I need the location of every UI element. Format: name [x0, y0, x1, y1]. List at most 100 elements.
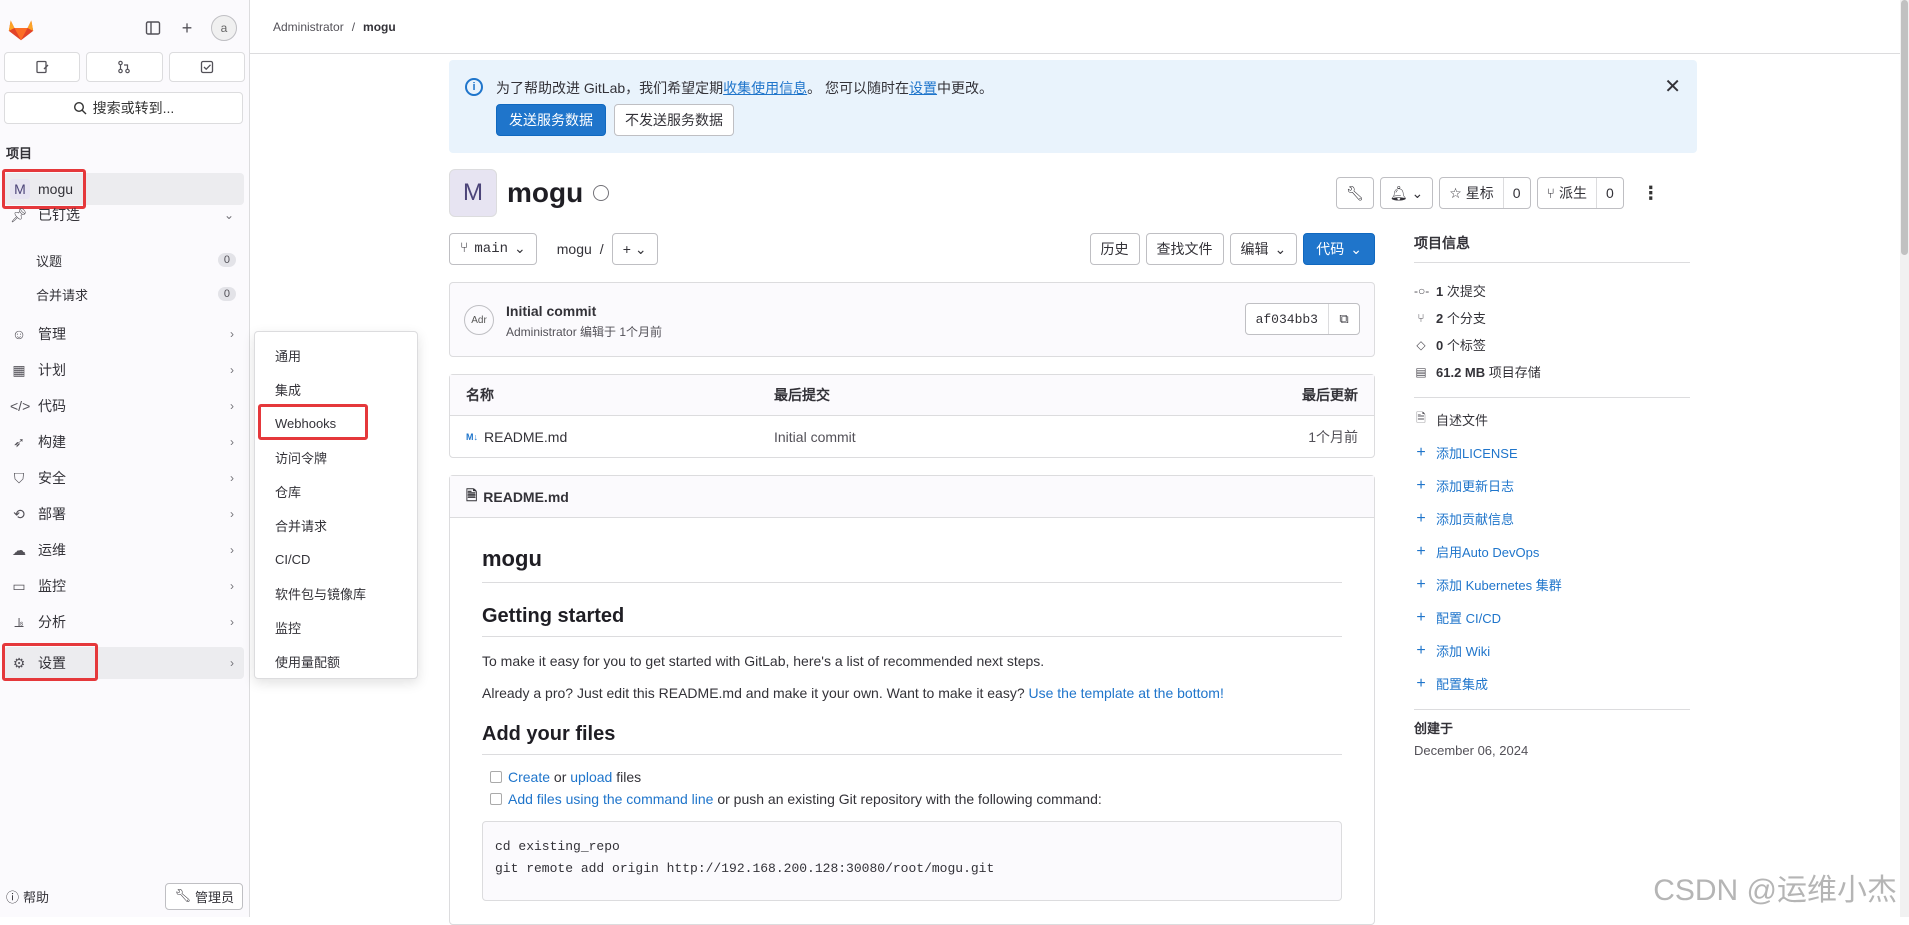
chevron-right-icon: ›: [230, 543, 234, 557]
sidebar-item-secure[interactable]: ⛉ 安全 ›: [4, 462, 244, 494]
stat-value: 61.2 MB: [1436, 365, 1485, 380]
chevron-right-icon: ›: [230, 435, 234, 449]
checkbox[interactable]: [490, 771, 502, 783]
link-label: 添加更新日志: [1436, 476, 1514, 495]
sidebar-item-monitor[interactable]: ▭ 监控 ›: [4, 570, 244, 602]
commits-stat[interactable]: -○- 1 次提交: [1414, 277, 1690, 304]
readme-checklist-item: Create or upload files: [490, 769, 1342, 785]
sidebar-subitem-merge-requests[interactable]: 合并请求 0: [36, 280, 236, 308]
branch-selector[interactable]: ⑂ main ⌄: [449, 233, 537, 265]
gitlab-logo[interactable]: [6, 13, 36, 43]
flyout-item-merge-requests[interactable]: 合并请求: [255, 508, 417, 542]
branch-icon: ⑂: [1414, 311, 1428, 325]
enable-auto-devops-link[interactable]: +启用Auto DevOps: [1414, 538, 1690, 565]
find-file-button[interactable]: 查找文件: [1146, 233, 1224, 265]
chevron-right-icon: ›: [230, 656, 234, 670]
upload-link[interactable]: upload: [570, 769, 612, 785]
chevron-right-icon: ›: [230, 399, 234, 413]
calendar-icon: ▦: [10, 362, 28, 379]
add-license-link[interactable]: +添加LICENSE: [1414, 439, 1690, 466]
storage-stat[interactable]: ▤ 61.2 MB 项目存储: [1414, 358, 1690, 385]
todos-shortcut-button[interactable]: [169, 52, 245, 82]
plus-icon: +: [1414, 576, 1428, 594]
create-link[interactable]: Create: [508, 769, 550, 785]
checkbox[interactable]: [490, 793, 502, 805]
flyout-item-access-tokens[interactable]: 访问令牌: [255, 440, 417, 474]
readme-link[interactable]: 🗎︎ 自述文件: [1414, 406, 1690, 433]
sidebar-item-manage[interactable]: ☺ 管理 ›: [4, 318, 244, 350]
flyout-item-packages-registries[interactable]: 软件包与镜像库: [255, 576, 417, 610]
commit-title[interactable]: Initial commit: [506, 303, 596, 319]
settings-wrench-button[interactable]: 🔧︎: [1336, 177, 1374, 209]
settings-flyout-menu: 通用 集成 Webhooks 访问令牌 仓库 合并请求 CI/CD 软件包与镜像…: [254, 331, 418, 679]
add-contributing-link[interactable]: +添加贡献信息: [1414, 505, 1690, 532]
code-button[interactable]: 代码⌄: [1303, 233, 1375, 265]
sidebar-item-operate[interactable]: ☁ 运维 ›: [4, 534, 244, 566]
star-count[interactable]: 0: [1503, 178, 1530, 208]
plus-icon: +: [1414, 444, 1428, 462]
chevron-right-icon: ›: [230, 507, 234, 521]
history-button[interactable]: 历史: [1090, 233, 1140, 265]
fork-button[interactable]: ⑂派生 0: [1537, 177, 1624, 209]
flyout-item-integrations[interactable]: 集成: [255, 372, 417, 406]
sidebar-toggle-icon[interactable]: [143, 18, 163, 38]
sidebar-item-pinned[interactable]: 📌︎ 已钉选 ⌄: [4, 199, 244, 231]
flyout-item-monitor[interactable]: 监控: [255, 610, 417, 644]
command-line-link[interactable]: Add files using the command line: [508, 791, 713, 807]
flyout-item-repository[interactable]: 仓库: [255, 474, 417, 508]
file-link[interactable]: README.md: [484, 429, 567, 445]
send-service-data-button[interactable]: 发送服务数据: [496, 104, 606, 136]
repository-toolbar: ⑂ main ⌄ mogu / +⌄ 历史 查找文件 编辑⌄ 代码⌄: [449, 233, 1375, 265]
page-scrollbar[interactable]: [1900, 0, 1909, 917]
commit-sha-value[interactable]: af034bb3: [1246, 304, 1329, 334]
alert-link-settings[interactable]: 设置: [909, 80, 937, 96]
sidebar-section-title: 项目: [6, 143, 32, 162]
branches-stat[interactable]: ⑂ 2 个分支: [1414, 304, 1690, 331]
tags-stat[interactable]: ◇ 0 个标签: [1414, 331, 1690, 358]
admin-label: 管理员: [195, 887, 234, 906]
sidebar-bottom: ⓘ 帮助 🔧︎ 管理员: [6, 881, 243, 911]
fork-count[interactable]: 0: [1596, 178, 1623, 208]
sidebar-item-code[interactable]: </> 代码 ›: [4, 390, 244, 422]
flyout-item-usage-quotas[interactable]: 使用量配额: [255, 644, 417, 678]
chart-icon: ⫡: [10, 614, 28, 631]
plus-icon: +: [1414, 609, 1428, 627]
flyout-item-cicd[interactable]: CI/CD: [255, 542, 417, 576]
repo-path[interactable]: mogu: [557, 241, 592, 257]
copy-icon[interactable]: ⧉: [1329, 304, 1359, 334]
breadcrumb-current[interactable]: mogu: [363, 20, 396, 34]
breadcrumb-parent[interactable]: Administrator: [273, 20, 344, 34]
edit-button[interactable]: 编辑⌄: [1230, 233, 1298, 265]
star-button[interactable]: ☆星标 0: [1439, 177, 1530, 209]
add-to-tree-button[interactable]: +⌄: [612, 233, 658, 265]
admin-button[interactable]: 🔧︎ 管理员: [165, 883, 243, 910]
configure-integrations-link[interactable]: +配置集成: [1414, 670, 1690, 697]
file-commit-link[interactable]: Initial commit: [774, 429, 1308, 445]
search-button[interactable]: 搜索或转到...: [4, 92, 243, 124]
sidebar-subitem-issues[interactable]: 议题 0: [36, 246, 236, 274]
readme-filename[interactable]: README.md: [483, 489, 569, 505]
user-avatar[interactable]: a: [211, 15, 237, 41]
sidebar-item-analyze[interactable]: ⫡ 分析 ›: [4, 606, 244, 638]
add-changelog-link[interactable]: +添加更新日志: [1414, 472, 1690, 499]
plus-icon: +: [1414, 543, 1428, 561]
template-link[interactable]: Use the template at the bottom!: [1029, 685, 1224, 701]
notification-button[interactable]: 🔔︎ ⌄: [1380, 177, 1433, 209]
configure-cicd-link[interactable]: +配置 CI/CD: [1414, 604, 1690, 631]
merge-requests-shortcut-button[interactable]: [86, 52, 162, 82]
scrollbar-thumb[interactable]: [1901, 0, 1908, 255]
sidebar-item-plan[interactable]: ▦ 计划 ›: [4, 354, 244, 386]
add-wiki-link[interactable]: +添加 Wiki: [1414, 637, 1690, 664]
issues-shortcut-button[interactable]: [4, 52, 80, 82]
dont-send-service-data-button[interactable]: 不发送服务数据: [614, 104, 734, 136]
add-kubernetes-link[interactable]: +添加 Kubernetes 集群: [1414, 571, 1690, 598]
sidebar-item-build[interactable]: ➶ 构建 ›: [4, 426, 244, 458]
flyout-item-general[interactable]: 通用: [255, 338, 417, 372]
create-new-icon[interactable]: +: [177, 18, 197, 38]
help-button[interactable]: ⓘ 帮助: [6, 887, 49, 906]
sidebar-item-deploy[interactable]: ⟲ 部署 ›: [4, 498, 244, 530]
alert-link-usage[interactable]: 收集使用信息: [723, 80, 807, 96]
close-icon[interactable]: ✕: [1664, 74, 1681, 99]
more-actions-icon[interactable]: ⋮: [1642, 183, 1660, 204]
pin-icon: 📌︎: [10, 207, 28, 224]
